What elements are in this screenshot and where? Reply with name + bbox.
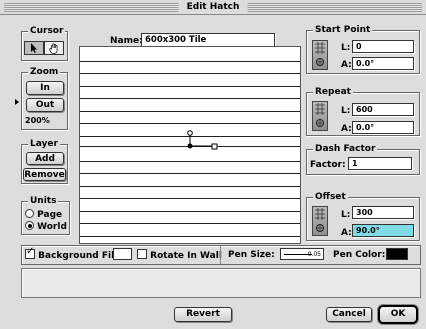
layer-group-title: Layer <box>28 138 60 150</box>
message-area <box>21 268 421 298</box>
layer-group: Layer Add Remove <box>21 138 68 184</box>
offset-group-title: Offset <box>313 191 348 203</box>
start-point-group-title: Start Point <box>313 24 373 36</box>
zoom-in-button[interactable]: In <box>26 81 64 95</box>
options-divider <box>220 246 221 264</box>
repeat-l-field[interactable]: 600 <box>352 103 414 116</box>
repeat-a-label: A: <box>341 124 352 134</box>
remove-layer-button[interactable]: Remove <box>23 168 66 181</box>
background-fill-checkbox[interactable] <box>25 246 35 259</box>
background-fill-swatch[interactable] <box>113 248 132 260</box>
dash-factor-group: Dash Factor Factor: 1 <box>306 143 420 175</box>
start-point-grid-icon <box>312 40 328 70</box>
ok-button[interactable]: OK <box>378 305 418 324</box>
cursor-group-title: Cursor <box>28 25 66 37</box>
units-world-label: World <box>37 222 67 232</box>
start-point-handle <box>187 143 193 149</box>
hatch-handles <box>187 130 218 150</box>
offset-a-label: A: <box>341 228 352 238</box>
offset-grid-icon <box>312 206 328 236</box>
window-title: Edit Hatch <box>178 1 248 14</box>
hand-tool-button[interactable] <box>44 41 64 55</box>
pen-color-swatch[interactable] <box>386 248 408 260</box>
repeat-group-title: Repeat <box>313 86 353 98</box>
units-option-page[interactable]: Page <box>25 209 62 221</box>
hand-icon <box>48 42 57 54</box>
hatch-preview-canvas[interactable] <box>79 46 301 244</box>
units-page-label: Page <box>37 210 63 220</box>
start-point-group: Start Point L: 0 A: 0.0° <box>306 24 420 74</box>
zoom-level: 200% <box>25 116 50 125</box>
title-bar[interactable]: Edit Hatch <box>0 0 426 15</box>
units-option-world[interactable]: World <box>25 221 67 233</box>
dash-factor-field[interactable]: 1 <box>348 157 412 170</box>
units-world-radio[interactable] <box>25 221 34 230</box>
cancel-button[interactable]: Cancel <box>326 307 372 322</box>
offset-l-label: L: <box>341 210 351 220</box>
revert-button[interactable]: Revert <box>174 307 232 322</box>
units-group-title: Units <box>28 195 59 207</box>
offset-l-field[interactable]: 300 <box>352 206 414 219</box>
repeat-l-label: L: <box>341 106 351 116</box>
background-fill-option[interactable]: Background Fill: <box>25 246 121 262</box>
offset-group: Offset L: 300 A: 90.0° <box>306 191 420 241</box>
units-group: Units Page World <box>21 195 70 235</box>
repeat-a-field[interactable]: 0.0° <box>352 121 414 134</box>
background-fill-label: Background Fill: <box>38 251 121 261</box>
repeat-group: Repeat L: 600 A: 0.0° <box>306 86 420 136</box>
add-layer-button[interactable]: Add <box>26 152 64 165</box>
rotate-in-wall-label: Rotate In Wall <box>150 251 222 261</box>
start-point-a-field[interactable]: 0.0° <box>352 57 414 70</box>
arrow-tool-button[interactable] <box>24 41 44 55</box>
start-point-l-label: L: <box>341 43 351 53</box>
repeat-handle <box>211 143 218 150</box>
units-page-radio[interactable] <box>25 209 34 218</box>
cursor-group: Cursor <box>21 25 68 61</box>
start-point-l-field[interactable]: 0 <box>352 40 414 53</box>
dash-factor-group-title: Dash Factor <box>313 143 378 155</box>
rotate-in-wall-checkbox[interactable] <box>137 249 147 259</box>
zoom-group: Zoom In Out 200% <box>21 66 68 130</box>
repeat-grid-icon <box>312 101 328 131</box>
pen-size-label: Pen Size: <box>228 250 275 260</box>
zoom-out-button[interactable]: Out <box>26 98 64 112</box>
pen-color-label: Pen Color: <box>333 250 386 260</box>
zoom-group-title: Zoom <box>28 66 61 78</box>
offset-a-field[interactable]: 90.0° <box>352 224 414 237</box>
arrow-icon <box>31 43 37 53</box>
pen-size-value: 0.05 <box>307 251 321 258</box>
start-point-a-label: A: <box>341 60 352 70</box>
rotate-in-wall-option[interactable]: Rotate In Wall <box>137 249 222 262</box>
offset-handle <box>187 130 193 136</box>
pen-size-selector[interactable]: 0.05 <box>280 248 324 260</box>
dash-factor-label: Factor: <box>310 160 346 170</box>
name-field[interactable]: 600x300 Tile <box>141 33 275 47</box>
zoom-out-pointer-icon <box>15 99 19 105</box>
